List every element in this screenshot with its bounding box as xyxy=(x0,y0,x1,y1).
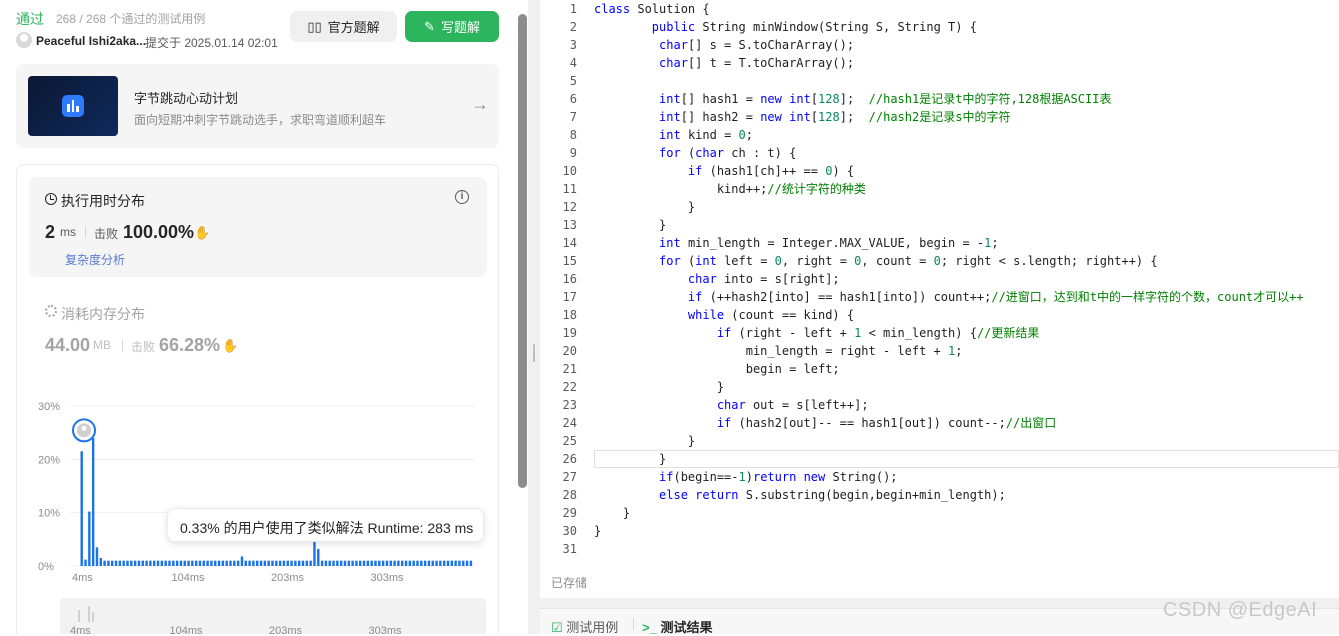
line-number: 7 xyxy=(569,110,577,124)
left-scrollbar[interactable] xyxy=(518,14,527,488)
code-line[interactable]: min_length = right - left + 1; xyxy=(594,342,963,360)
line-number: 25 xyxy=(562,434,577,448)
line-number: 18 xyxy=(562,308,577,322)
line-number: 28 xyxy=(562,488,577,502)
line-number: 24 xyxy=(562,416,577,430)
code-line[interactable]: int min_length = Integer.MAX_VALUE, begi… xyxy=(594,234,999,252)
code-line[interactable]: public String minWindow(String S, String… xyxy=(594,18,977,36)
code-line[interactable]: char[] t = T.toCharArray(); xyxy=(594,54,854,72)
line-number: 2 xyxy=(569,20,577,34)
terminal-icon: >_ xyxy=(642,620,657,635)
mini-bar xyxy=(88,606,90,622)
mini-tick-label: 303ms xyxy=(369,625,403,634)
mini-bar xyxy=(92,612,94,622)
line-number: 1 xyxy=(569,2,577,16)
line-number: 15 xyxy=(562,254,577,268)
line-number: 14 xyxy=(562,236,577,250)
mini-tick-label: 203ms xyxy=(269,625,303,634)
resize-handle[interactable] xyxy=(533,344,535,362)
tab-result[interactable]: >_ 测试结果 xyxy=(642,617,712,636)
line-number: 4 xyxy=(569,56,577,70)
divider xyxy=(633,618,634,630)
line-number: 20 xyxy=(562,344,577,358)
line-number: 16 xyxy=(562,272,577,286)
line-number: 29 xyxy=(562,506,577,520)
line-number: 27 xyxy=(562,470,577,484)
mini-tick-label: 4ms xyxy=(70,625,91,634)
line-number: 6 xyxy=(569,92,577,106)
code-line[interactable]: else return S.substring(begin,begin+min_… xyxy=(594,486,1006,504)
code-line[interactable]: if (hash2[out]-- == hash1[out]) count--;… xyxy=(594,414,1056,432)
code-line[interactable]: if (right - left + 1 < min_length) {//更新… xyxy=(594,324,1040,342)
submission-panel: 通过 268 / 268 个通过的测试用例 Peaceful Ishi2aka.… xyxy=(0,0,514,634)
line-number: 17 xyxy=(562,290,577,304)
code-line[interactable]: class Solution { xyxy=(594,0,710,18)
line-number: 26 xyxy=(562,452,577,466)
code-line[interactable]: char out = s[left++]; xyxy=(594,396,869,414)
code-line[interactable]: int[] hash1 = new int[128]; //hash1是记录t中… xyxy=(594,90,1111,108)
line-number: 13 xyxy=(562,218,577,232)
line-number: 19 xyxy=(562,326,577,340)
line-number: 3 xyxy=(569,38,577,52)
code-line[interactable]: } xyxy=(594,216,666,234)
code-line[interactable]: kind++;//统计字符的种类 xyxy=(594,180,866,198)
line-number: 12 xyxy=(562,200,577,214)
code-line[interactable]: while (count == kind) { xyxy=(594,306,854,324)
code-line[interactable]: if (++hash2[into] == hash1[into]) count+… xyxy=(594,288,1304,306)
code-line[interactable]: int[] hash2 = new int[128]; //hash2是记录s中… xyxy=(594,108,1010,126)
panel-divider[interactable] xyxy=(528,0,538,634)
line-number: 10 xyxy=(562,164,577,178)
line-number: 21 xyxy=(562,362,577,376)
mini-bar xyxy=(78,610,80,622)
code-line[interactable]: } xyxy=(594,378,724,396)
code-line[interactable]: } xyxy=(594,450,666,468)
code-line[interactable]: if(begin==-1)return new String(); xyxy=(594,468,897,486)
code-line[interactable]: } xyxy=(594,198,695,216)
code-line[interactable]: } xyxy=(594,504,630,522)
code-line[interactable]: } xyxy=(594,432,695,450)
line-number: 31 xyxy=(562,542,577,556)
line-number: 30 xyxy=(562,524,577,538)
code-line[interactable]: } xyxy=(594,522,601,540)
code-line[interactable]: if (hash1[ch]++ == 0) { xyxy=(594,162,854,180)
mini-tick-label: 104ms xyxy=(170,625,204,634)
watermark: CSDN @EdgeAI xyxy=(1163,599,1318,621)
check-icon: ☑ xyxy=(551,620,563,635)
code-line[interactable]: int kind = 0; xyxy=(594,126,753,144)
saved-status: 已存储 xyxy=(551,576,588,590)
tab-testcase[interactable]: ☑ 测试用例 xyxy=(551,617,618,636)
code-line[interactable]: for (char ch : t) { xyxy=(594,144,796,162)
code-line[interactable]: for (int left = 0, right = 0, count = 0;… xyxy=(594,252,1158,270)
current-line xyxy=(594,450,1339,468)
line-number: 23 xyxy=(562,398,577,412)
line-number: 9 xyxy=(569,146,577,160)
line-number: 11 xyxy=(562,182,577,196)
line-number: 8 xyxy=(569,128,577,142)
code-line[interactable]: char into = s[right]; xyxy=(594,270,840,288)
line-number: 22 xyxy=(562,380,577,394)
line-number: 5 xyxy=(569,74,577,88)
code-line[interactable]: char[] s = S.toCharArray(); xyxy=(594,36,854,54)
chart-tooltip: 0.33% 的用户使用了类似解法 Runtime: 283 ms xyxy=(167,508,484,542)
code-line[interactable]: begin = left; xyxy=(594,360,840,378)
